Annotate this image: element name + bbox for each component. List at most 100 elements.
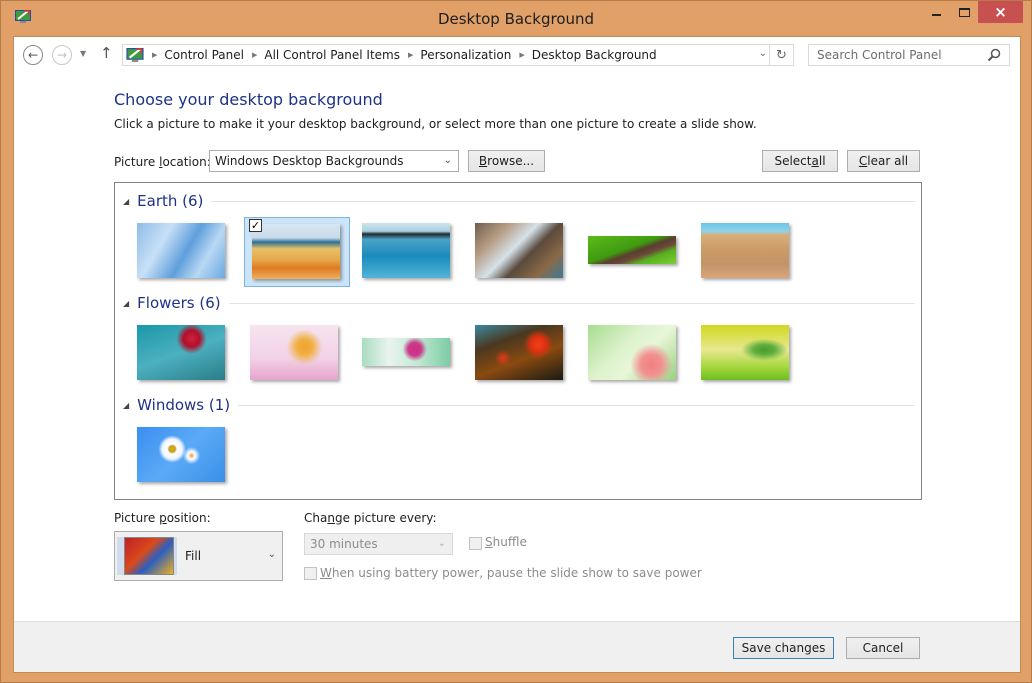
back-arrow-icon: ←	[27, 48, 39, 62]
button-label: lear all	[867, 154, 909, 168]
picture-position-value: Fill	[185, 549, 202, 563]
breadcrumb-separator-icon[interactable]: ▶	[252, 51, 257, 59]
thumbnail-image	[137, 427, 225, 482]
search-input[interactable]: Search Control Panel	[808, 44, 1010, 66]
picture-position-label: Picture position:	[114, 511, 211, 525]
thumbnail-windows-daisies[interactable]	[133, 423, 239, 493]
thumbnail-image	[701, 325, 789, 380]
clear-all-button[interactable]: Clear all	[847, 150, 920, 172]
recent-locations-button[interactable]: ▼	[80, 49, 86, 58]
group-title: Flowers (6)	[137, 294, 221, 312]
page-description: Click a picture to make it your desktop …	[114, 117, 757, 131]
button-label: rowse...	[487, 154, 535, 168]
back-button[interactable]: ←	[23, 45, 43, 65]
picture-location-select[interactable]: Windows Desktop Backgrounds ⌄	[209, 150, 459, 172]
cancel-button[interactable]: Cancel	[846, 637, 920, 659]
breadcrumb-all-items[interactable]: All Control Panel Items	[264, 48, 400, 62]
change-interval-select[interactable]: 30 minutes ⌄	[304, 533, 453, 555]
breadcrumb-separator-icon[interactable]: ▶	[152, 51, 157, 59]
picture-gallery[interactable]: ◢ Earth (6) ✓ ◢ Flowers (6) ◢ Windows (1…	[114, 182, 922, 500]
thumbnail-image	[137, 325, 225, 380]
breadcrumb-separator-icon[interactable]: ▶	[408, 51, 413, 59]
access-key: W	[320, 566, 332, 580]
collapse-triangle-icon[interactable]: ◢	[123, 401, 129, 410]
address-bar[interactable]: ▶ Control Panel ▶ All Control Panel Item…	[122, 44, 794, 66]
change-picture-label: Change picture every:	[304, 511, 437, 525]
refresh-button[interactable]: ↻	[769, 45, 793, 65]
thumbnail-earth-rocky-shore[interactable]	[471, 219, 577, 289]
group-header-windows[interactable]: ◢ Windows (1)	[123, 396, 915, 414]
control-panel-icon	[126, 47, 144, 62]
browse-button[interactable]: Browse...	[468, 150, 545, 172]
thumbnail-image	[362, 338, 450, 366]
checkmark-icon[interactable]: ✓	[249, 219, 262, 232]
group-divider	[238, 404, 915, 406]
maximize-button[interactable]	[951, 1, 977, 23]
maximize-icon	[958, 7, 970, 17]
access-key: C	[858, 154, 868, 168]
search-placeholder: Search Control Panel	[817, 48, 942, 62]
label-text: huffle	[492, 535, 527, 549]
minimize-icon	[931, 14, 941, 16]
breadcrumb-desktop-background[interactable]: Desktop Background	[532, 48, 657, 62]
thumbnail-flowers-pink-mint[interactable]	[358, 321, 464, 391]
button-label: Select	[774, 154, 812, 168]
group-header-earth[interactable]: ◢ Earth (6)	[123, 192, 915, 210]
shuffle-checkbox[interactable]	[469, 537, 482, 550]
label-text: hen using battery power, pause the slide…	[331, 566, 702, 580]
access-key: a	[811, 154, 819, 168]
group-divider	[228, 302, 915, 304]
battery-pause-label[interactable]: When using battery power, pause the slid…	[320, 566, 702, 580]
group-title: Windows (1)	[137, 396, 231, 414]
change-interval-value: 30 minutes	[310, 537, 378, 551]
collapse-triangle-icon[interactable]: ◢	[123, 197, 129, 206]
thumbnail-earth-ocean[interactable]	[358, 219, 464, 289]
thumbnail-earth-sand-dune[interactable]	[697, 219, 803, 289]
breadcrumb-separator-icon[interactable]: ▶	[519, 51, 524, 59]
close-button[interactable]: ×	[978, 1, 1023, 23]
group-header-flowers[interactable]: ◢ Flowers (6)	[123, 294, 915, 312]
thumbnail-flowers-red-tulips[interactable]	[471, 321, 577, 391]
access-key: S	[485, 535, 493, 549]
up-button[interactable]: ↑	[100, 44, 113, 62]
thumbnail-flowers-green-leaves[interactable]	[697, 321, 803, 391]
group-title: Earth (6)	[137, 192, 204, 210]
chevron-down-icon: ⌄	[437, 538, 446, 549]
thumbnail-image	[475, 325, 563, 380]
window: Desktop Background × ← → ▼ ↑ ▶ Control P…	[0, 0, 1032, 683]
minimize-button[interactable]	[923, 1, 949, 23]
breadcrumb-personalization[interactable]: Personalization	[420, 48, 511, 62]
chevron-down-icon: ⌄	[443, 155, 452, 166]
thumbnail-earth-green-path[interactable]	[584, 219, 690, 289]
label-text: Picture	[114, 155, 160, 169]
thumbnail-flowers-red-teal[interactable]	[133, 321, 239, 391]
button-label: ll	[818, 154, 826, 168]
forward-button[interactable]: →	[52, 45, 72, 65]
thumbnail-image	[252, 224, 340, 279]
title-bar[interactable]: Desktop Background ×	[1, 1, 1031, 37]
chevron-down-icon: ⌄	[267, 549, 276, 560]
collapse-triangle-icon[interactable]: ◢	[123, 299, 129, 308]
shuffle-label[interactable]: Shuffle	[485, 535, 527, 549]
thumbnail-flowers-orange-pink[interactable]	[246, 321, 352, 391]
thumbnail-image	[475, 223, 563, 278]
search-icon[interactable]	[987, 48, 1001, 62]
address-dropdown-icon[interactable]: ⌄	[759, 48, 767, 59]
up-arrow-icon: ↑	[100, 44, 113, 62]
battery-pause-checkbox[interactable]	[304, 567, 317, 580]
forward-arrow-icon: →	[56, 48, 68, 62]
picture-position-select[interactable]: Fill ⌄	[114, 531, 283, 581]
access-key: B	[478, 154, 488, 168]
position-preview-image	[124, 537, 174, 575]
thumbnail-image	[137, 223, 225, 278]
thumbnail-image	[588, 236, 676, 264]
breadcrumb-control-panel[interactable]: Control Panel	[164, 48, 244, 62]
thumbnail-earth-ice[interactable]	[133, 219, 239, 289]
thumbnail-flowers-pink-lily[interactable]	[584, 321, 690, 391]
save-changes-button[interactable]: Save changes	[733, 637, 834, 659]
select-all-button[interactable]: Select a ll	[762, 150, 838, 172]
label-text: osition:	[166, 511, 211, 525]
dialog-footer: Save changes Cancel	[14, 621, 1020, 672]
thumbnail-earth-painted-hills[interactable]: ✓	[244, 217, 350, 287]
thumbnail-image	[701, 223, 789, 278]
